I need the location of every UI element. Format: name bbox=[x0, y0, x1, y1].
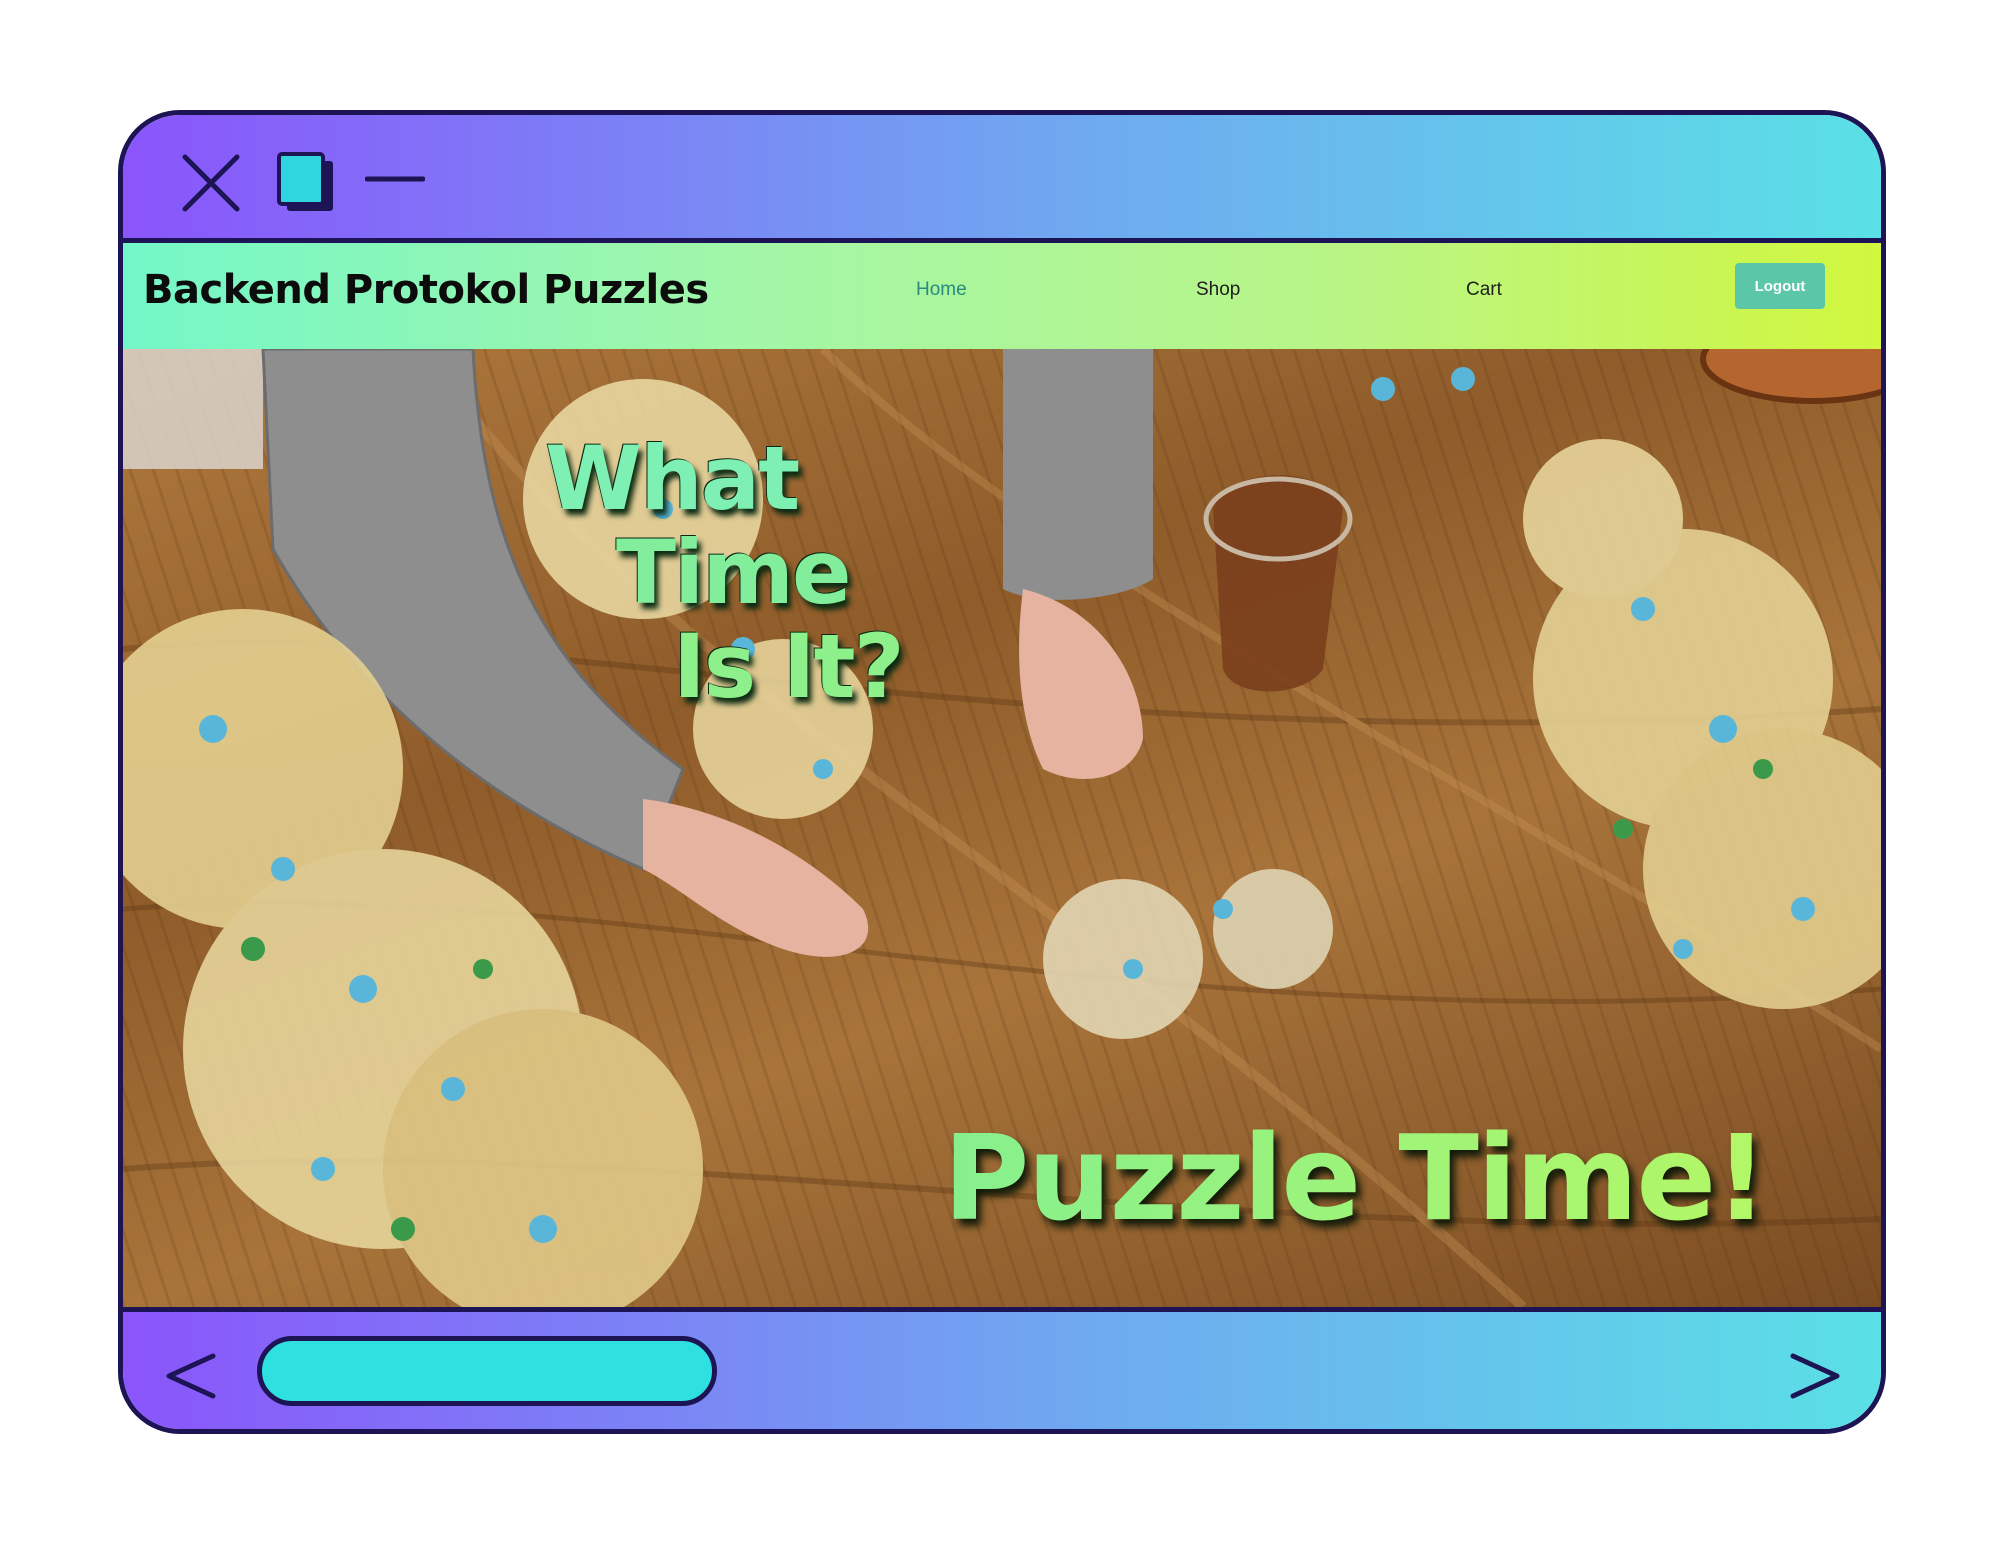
hero-headline-line-2: Time bbox=[616, 521, 852, 624]
copper-bowl bbox=[1700, 349, 1881, 404]
site-navbar: Backend Protokol Puzzles Home Shop Cart … bbox=[123, 243, 1881, 349]
hero-headline-line-3: Is It? bbox=[673, 615, 905, 718]
chevron-right-icon[interactable] bbox=[1787, 1348, 1843, 1404]
bottom-bar bbox=[123, 1307, 1881, 1429]
minimize-icon[interactable] bbox=[365, 169, 425, 189]
puzzle-pieces-right bbox=[1523, 439, 1881, 1009]
chevron-left-icon[interactable] bbox=[163, 1348, 219, 1404]
site-brand[interactable]: Backend Protokol Puzzles bbox=[143, 267, 709, 313]
title-bar bbox=[123, 115, 1881, 243]
hero-headline-line-1: What bbox=[545, 427, 800, 530]
restore-icon[interactable] bbox=[275, 151, 337, 215]
glass-of-tea bbox=[1203, 475, 1353, 692]
browser-window: Backend Protokol Puzzles Home Shop Cart … bbox=[118, 110, 1886, 1434]
nav-link-cart[interactable]: Cart bbox=[1466, 279, 1502, 301]
nav-link-shop[interactable]: Shop bbox=[1196, 279, 1240, 301]
nav-link-home[interactable]: Home bbox=[916, 279, 967, 301]
hero-tagline: Puzzle Time! bbox=[943, 1109, 1768, 1247]
hand-left bbox=[643, 799, 869, 957]
address-bar[interactable] bbox=[257, 1336, 717, 1406]
close-icon[interactable] bbox=[181, 153, 241, 213]
drawer bbox=[123, 349, 263, 469]
sweater-arm-right bbox=[1003, 349, 1153, 600]
hero-banner: What Time Is It? Puzzle Time! bbox=[123, 349, 1881, 1307]
puzzle-pieces-center bbox=[1043, 869, 1333, 1039]
hand-right bbox=[1019, 589, 1143, 779]
logout-button[interactable]: Logout bbox=[1735, 263, 1825, 309]
